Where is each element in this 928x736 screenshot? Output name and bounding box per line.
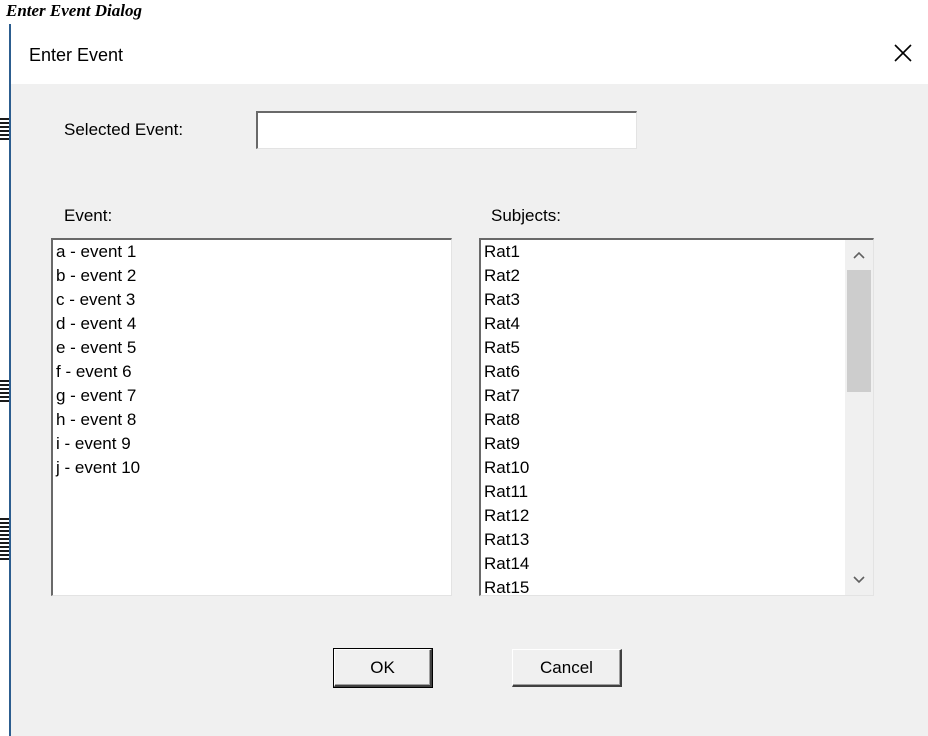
list-item[interactable]: Rat6: [481, 360, 873, 384]
list-item[interactable]: Rat14: [481, 552, 873, 576]
list-item[interactable]: Rat5: [481, 336, 873, 360]
list-item[interactable]: Rat10: [481, 456, 873, 480]
scroll-down-button[interactable]: [845, 565, 873, 595]
list-item[interactable]: Rat11: [481, 480, 873, 504]
list-item[interactable]: Rat15: [481, 576, 873, 595]
chevron-down-icon: [853, 576, 865, 584]
list-item[interactable]: Rat9: [481, 432, 873, 456]
list-item[interactable]: Rat3: [481, 288, 873, 312]
scroll-thumb[interactable]: [847, 270, 871, 392]
selected-event-label: Selected Event:: [64, 120, 184, 139]
event-list-label: Event:: [64, 206, 113, 225]
list-item[interactable]: a - event 1: [53, 240, 451, 264]
event-listbox[interactable]: a - event 1 b - event 2 c - event 3 d - …: [51, 238, 452, 596]
close-button[interactable]: [888, 38, 918, 68]
list-item[interactable]: Rat7: [481, 384, 873, 408]
subjects-list-label: Subjects:: [491, 206, 561, 225]
title-bar: Enter Event: [11, 24, 928, 84]
window-title: Enter Event: [29, 45, 124, 65]
list-item[interactable]: h - event 8: [53, 408, 451, 432]
caption: Enter Event Dialog: [6, 1, 143, 20]
selected-event-input[interactable]: [256, 111, 637, 149]
list-item[interactable]: c - event 3: [53, 288, 451, 312]
list-item[interactable]: Rat12: [481, 504, 873, 528]
list-item[interactable]: Rat2: [481, 264, 873, 288]
scroll-up-button[interactable]: [845, 240, 873, 270]
list-item[interactable]: b - event 2: [53, 264, 451, 288]
list-item[interactable]: Rat8: [481, 408, 873, 432]
background-edge-texture: [0, 380, 9, 404]
list-item[interactable]: j - event 10: [53, 456, 451, 480]
background-edge-texture: [0, 518, 9, 562]
list-item[interactable]: Rat4: [481, 312, 873, 336]
subjects-listbox[interactable]: Rat1 Rat2 Rat3 Rat4 Rat5 Rat6 Rat7 Rat8 …: [479, 238, 874, 596]
list-item[interactable]: i - event 9: [53, 432, 451, 456]
enter-event-dialog: Enter Event Selected Event: Event: a - e…: [11, 24, 928, 736]
chevron-up-icon: [853, 251, 865, 259]
list-item[interactable]: e - event 5: [53, 336, 451, 360]
subjects-scrollbar[interactable]: [845, 240, 873, 595]
cancel-button[interactable]: Cancel: [512, 649, 622, 687]
background-edge-texture: [0, 118, 9, 140]
list-item[interactable]: Rat1: [481, 240, 873, 264]
list-item[interactable]: g - event 7: [53, 384, 451, 408]
ok-button[interactable]: OK: [333, 648, 433, 688]
close-icon: [894, 44, 912, 62]
list-item[interactable]: d - event 4: [53, 312, 451, 336]
list-item[interactable]: f - event 6: [53, 360, 451, 384]
list-item[interactable]: Rat13: [481, 528, 873, 552]
